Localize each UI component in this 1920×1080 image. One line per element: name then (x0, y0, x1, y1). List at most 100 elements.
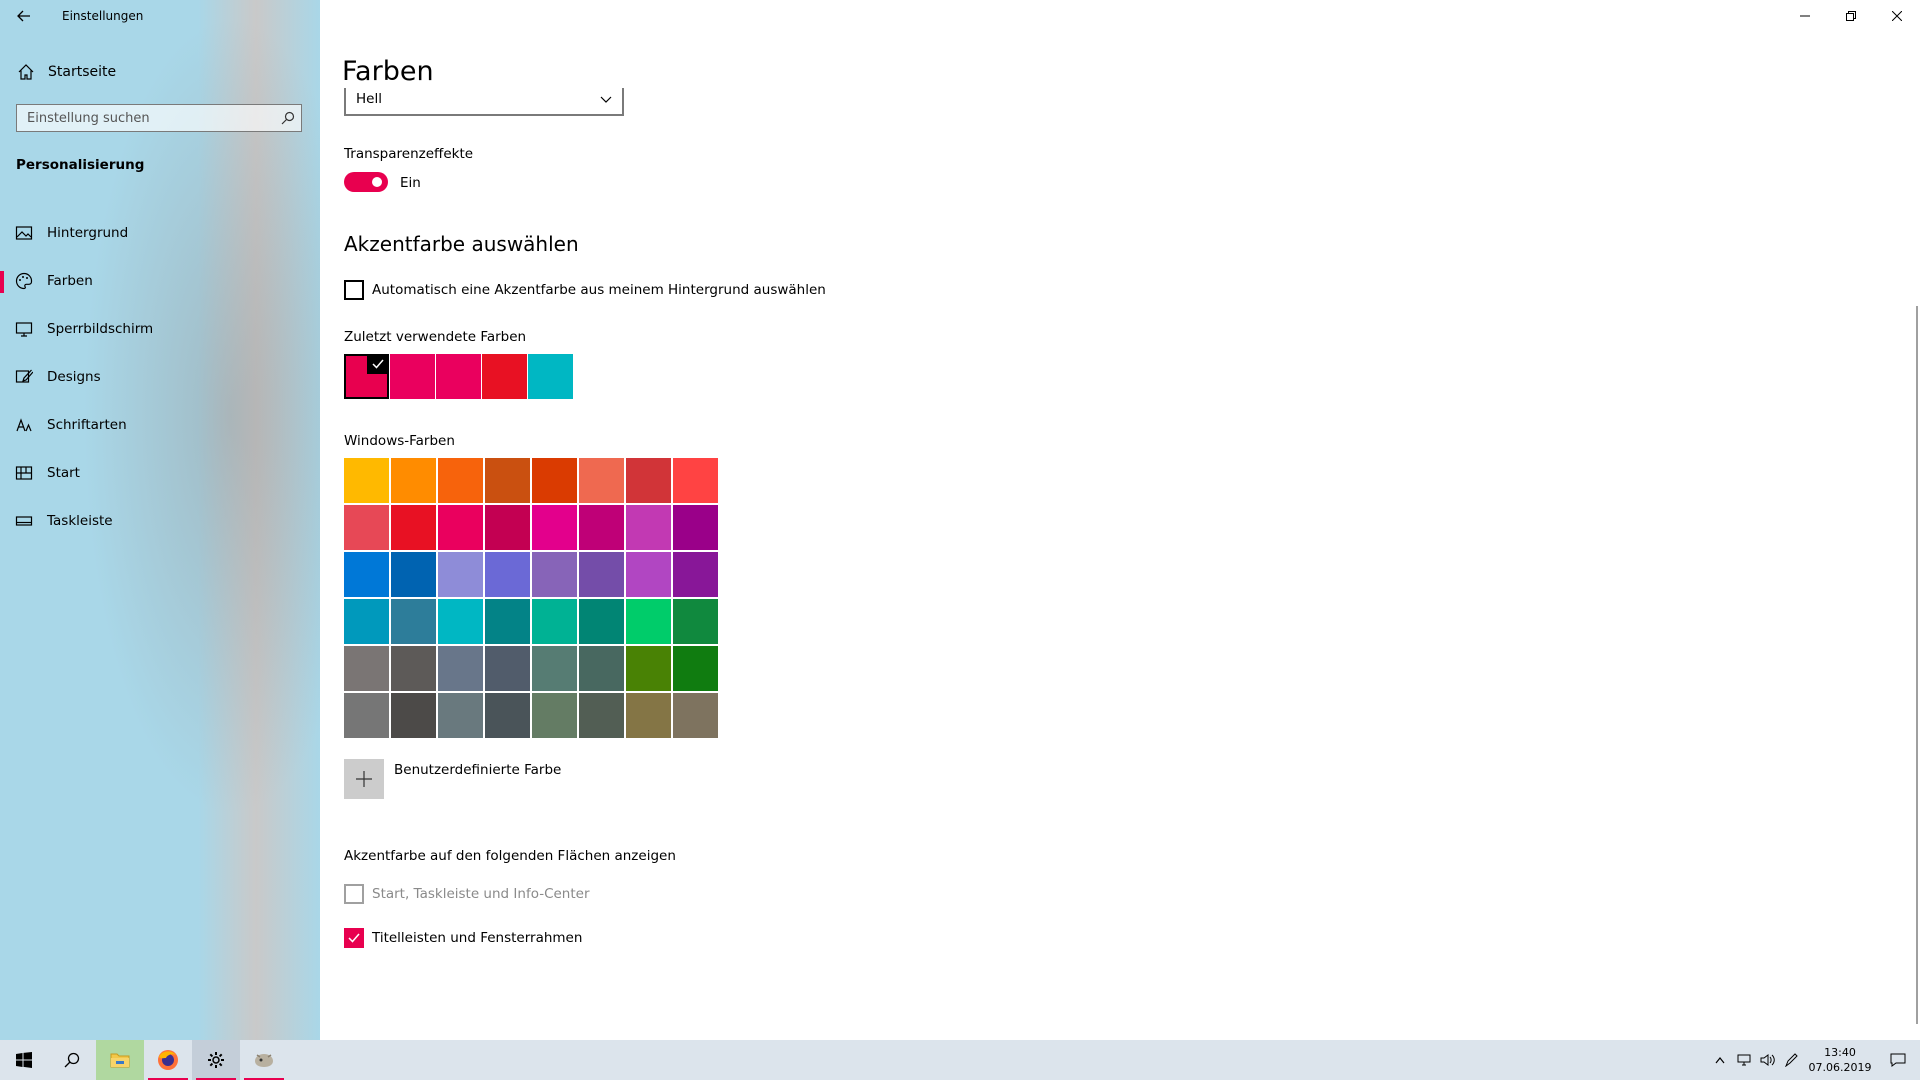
recent-color-swatch[interactable] (436, 354, 481, 399)
sidebar-item-sperrbildschirm[interactable]: Sperrbildschirm (0, 306, 320, 354)
taskbar-settings[interactable] (192, 1040, 240, 1080)
windows-color-swatch[interactable] (438, 599, 483, 644)
windows-color-swatch[interactable] (626, 693, 671, 738)
taskbar-search-button[interactable] (48, 1040, 96, 1080)
search-icon[interactable] (281, 111, 295, 125)
surface-titlebar-checkbox[interactable] (344, 928, 364, 948)
windows-color-swatch[interactable] (344, 458, 389, 503)
windows-color-swatch[interactable] (485, 599, 530, 644)
windows-color-swatch[interactable] (626, 505, 671, 550)
close-button[interactable] (1874, 0, 1920, 32)
windows-color-swatch[interactable] (485, 646, 530, 691)
restore-button[interactable] (1828, 0, 1874, 32)
check-icon (367, 354, 389, 374)
windows-color-swatch[interactable] (344, 693, 389, 738)
recent-color-swatch[interactable] (528, 354, 573, 399)
windows-color-swatch[interactable] (391, 552, 436, 597)
windows-color-swatch[interactable] (626, 646, 671, 691)
windows-color-swatch[interactable] (344, 599, 389, 644)
clock-date: 07.06.2019 (1808, 1061, 1872, 1074)
app-title: Einstellungen (62, 9, 144, 23)
taskbar-gimp[interactable] (240, 1040, 288, 1080)
windows-color-swatch[interactable] (579, 505, 624, 550)
windows-color-swatch[interactable] (532, 505, 577, 550)
volume-button[interactable] (1756, 1040, 1780, 1080)
windows-color-swatch[interactable] (626, 599, 671, 644)
arrow-left-icon (17, 10, 30, 22)
windows-color-swatch[interactable] (438, 552, 483, 597)
windows-color-swatch[interactable] (673, 552, 718, 597)
windows-color-swatch[interactable] (391, 599, 436, 644)
windows-color-swatch[interactable] (438, 458, 483, 503)
windows-color-swatch[interactable] (579, 458, 624, 503)
taskbar-firefox[interactable] (144, 1040, 192, 1080)
windows-color-swatch[interactable] (579, 693, 624, 738)
windows-color-swatch[interactable] (532, 693, 577, 738)
windows-color-swatch[interactable] (344, 552, 389, 597)
windows-color-swatch[interactable] (673, 599, 718, 644)
scrollbar[interactable] (1916, 306, 1918, 1024)
windows-color-swatch[interactable] (532, 552, 577, 597)
search-input[interactable] (17, 105, 267, 131)
folder-icon (110, 1053, 130, 1068)
tray-overflow-button[interactable] (1708, 1040, 1732, 1080)
sidebar-item-label: Start (47, 465, 80, 481)
auto-accent-checkbox[interactable] (344, 280, 364, 300)
sidebar-item-farben[interactable]: Farben (0, 258, 320, 306)
mode-dropdown[interactable]: Hell (344, 88, 624, 116)
start-button[interactable] (0, 1040, 48, 1080)
pen-icon (1785, 1053, 1798, 1067)
pen-button[interactable] (1780, 1040, 1804, 1080)
windows-color-swatch[interactable] (532, 646, 577, 691)
windows-color-swatch[interactable] (391, 505, 436, 550)
taskbar-icon (15, 516, 33, 526)
windows-color-swatch[interactable] (626, 458, 671, 503)
windows-color-swatch[interactable] (391, 693, 436, 738)
windows-color-swatch[interactable] (344, 505, 389, 550)
windows-color-swatch[interactable] (673, 458, 718, 503)
custom-color-label[interactable]: Benutzerdefinierte Farbe (394, 762, 561, 778)
sidebar-item-start[interactable]: Start (0, 450, 320, 498)
windows-color-swatch[interactable] (673, 693, 718, 738)
windows-color-swatch[interactable] (485, 693, 530, 738)
windows-color-swatch[interactable] (485, 458, 530, 503)
sidebar-item-taskleiste[interactable]: Taskleiste (0, 498, 320, 546)
recent-colors-label: Zuletzt verwendete Farben (344, 329, 527, 345)
windows-color-swatch[interactable] (579, 552, 624, 597)
windows-color-swatch[interactable] (438, 646, 483, 691)
network-button[interactable] (1732, 1040, 1756, 1080)
recent-color-swatch[interactable] (344, 354, 389, 399)
windows-color-swatch[interactable] (532, 599, 577, 644)
windows-color-swatch[interactable] (391, 646, 436, 691)
windows-color-swatch[interactable] (344, 646, 389, 691)
recent-color-swatch[interactable] (482, 354, 527, 399)
sidebar-item-hintergrund[interactable]: Hintergrund (0, 210, 320, 258)
windows-color-swatch[interactable] (626, 552, 671, 597)
sidebar: Einstellungen Startseite Personalisierun… (0, 0, 320, 1040)
back-button[interactable] (14, 6, 34, 26)
surface-start-checkbox[interactable] (344, 884, 364, 904)
windows-color-swatch[interactable] (579, 599, 624, 644)
windows-color-swatch[interactable] (438, 693, 483, 738)
sidebar-home-label: Startseite (48, 64, 117, 80)
surfaces-label: Akzentfarbe auf den folgenden Flächen an… (344, 848, 676, 864)
minimize-button[interactable] (1782, 0, 1828, 32)
windows-color-swatch[interactable] (391, 458, 436, 503)
clock[interactable]: 13:40 07.06.2019 (1804, 1045, 1876, 1075)
transparency-toggle[interactable] (344, 172, 388, 192)
action-center-button[interactable] (1876, 1040, 1920, 1080)
windows-color-swatch[interactable] (485, 505, 530, 550)
taskbar-explorer[interactable] (96, 1040, 144, 1080)
sidebar-item-schriftarten[interactable]: Schriftarten (0, 402, 320, 450)
windows-color-swatch[interactable] (673, 505, 718, 550)
windows-color-swatch[interactable] (532, 458, 577, 503)
windows-color-swatch[interactable] (673, 646, 718, 691)
windows-color-swatch[interactable] (485, 552, 530, 597)
sidebar-item-designs[interactable]: Designs (0, 354, 320, 402)
windows-color-swatch[interactable] (438, 505, 483, 550)
windows-color-swatch[interactable] (579, 646, 624, 691)
sidebar-home[interactable]: Startseite (0, 60, 320, 86)
custom-color-button[interactable] (344, 759, 384, 799)
recent-color-swatch[interactable] (390, 354, 435, 399)
search-field[interactable] (16, 104, 302, 132)
